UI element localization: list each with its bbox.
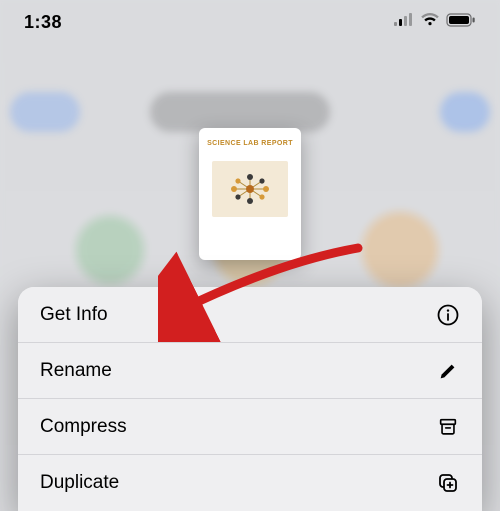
ios-files-context-screen: 1:38 (0, 0, 500, 511)
thumbnail-title: SCIENCE LAB REPORT (207, 140, 293, 147)
blurred-pill (10, 92, 80, 132)
menu-item-label: Rename (40, 360, 112, 382)
file-thumbnail[interactable]: SCIENCE LAB REPORT (199, 128, 301, 260)
battery-icon (446, 13, 476, 32)
menu-item-compress[interactable]: Compress (18, 399, 482, 455)
context-menu: Get Info Rename Compress (18, 287, 482, 511)
status-time: 1:38 (24, 12, 62, 33)
thumbnail-byline (249, 225, 250, 231)
thumbnail-subtitle (250, 149, 251, 153)
blurred-pill (440, 92, 490, 132)
menu-item-label: Compress (40, 416, 127, 438)
blurred-pill (150, 92, 330, 132)
thumbnail-footer (250, 233, 251, 237)
menu-item-label: Duplicate (40, 472, 119, 494)
status-indicators (394, 13, 476, 32)
info-circle-icon (436, 303, 460, 327)
menu-item-duplicate[interactable]: Duplicate (18, 455, 482, 511)
thumbnail-graphic (212, 161, 288, 217)
cellular-icon (394, 13, 414, 32)
menu-item-rename[interactable]: Rename (18, 343, 482, 399)
status-bar: 1:38 (0, 0, 500, 44)
wifi-icon (420, 13, 440, 32)
plus-on-square-icon (436, 471, 460, 495)
menu-item-label: Get Info (40, 304, 108, 326)
pencil-icon (436, 359, 460, 383)
archivebox-icon (436, 415, 460, 439)
menu-item-get-info[interactable]: Get Info (18, 287, 482, 343)
